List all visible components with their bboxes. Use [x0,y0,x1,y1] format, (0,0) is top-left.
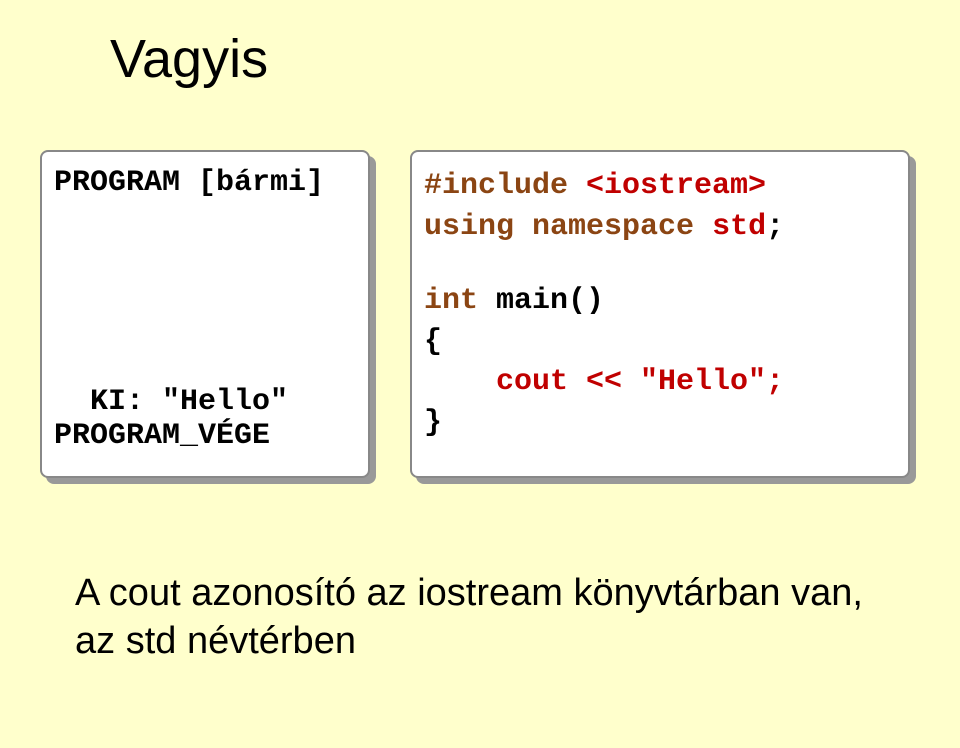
pseudo-spacer [54,200,356,385]
caption-line-2: az std névtérben [75,618,863,666]
main-signature: main() [478,284,604,318]
brace-close: } [424,403,896,444]
namespace-keyword: namespace [514,210,712,244]
iostream-header: <iostream> [568,169,766,203]
brace-open: { [424,322,896,363]
caption-line-1: A cout azonosító az iostream könyvtárban… [75,570,863,618]
code-gap [424,247,896,281]
semi-1: ; [766,210,784,244]
slide-title: Vagyis [110,28,268,90]
caption: A cout azonosító az iostream könyvtárban… [75,570,863,665]
pseudo-line-1: PROGRAM [bármi] [54,166,356,200]
cpp-code-box: #include <iostream> using namespace std;… [410,150,910,478]
pseudo-line-3: PROGRAM_VÉGE [54,419,356,453]
pseudo-line-2: KI: "Hello" [54,385,356,419]
using-keyword: using [424,210,514,244]
int-keyword: int [424,284,478,318]
cpp-include-line: #include <iostream> [424,166,896,207]
cout-line: cout << "Hello"; [424,362,896,403]
cpp-main-line: int main() [424,281,896,322]
cpp-using-line: using namespace std; [424,207,896,248]
include-keyword: #include [424,169,568,203]
pseudo-code-box: PROGRAM [bármi] KI: "Hello" PROGRAM_VÉGE [40,150,370,478]
std-identifier: std [712,210,766,244]
